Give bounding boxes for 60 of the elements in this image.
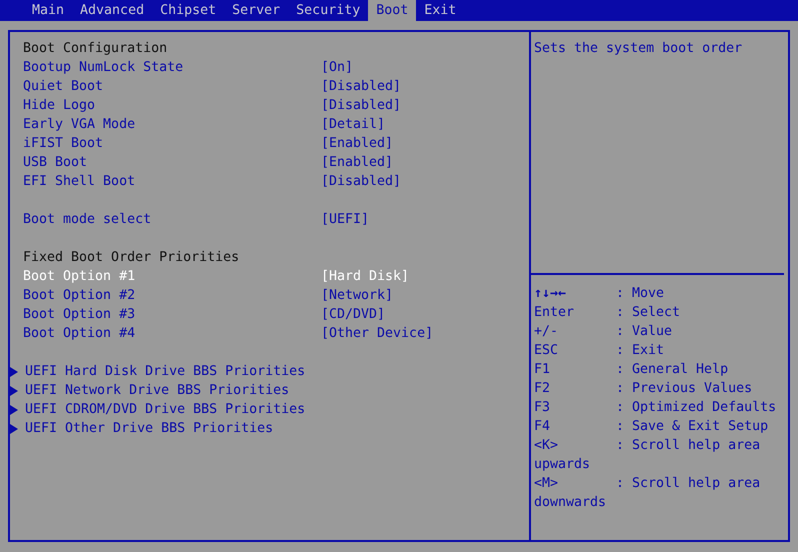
key-label: F4 [534, 418, 552, 436]
menu-tab[interactable]: Chipset [152, 0, 224, 21]
setting-value[interactable]: [Disabled] [321, 172, 402, 191]
section-heading: Boot Configuration [22, 40, 168, 58]
setting-label[interactable]: USB Boot [10, 153, 321, 172]
setting-label[interactable]: Hide Logo [10, 96, 321, 115]
key-label: ↑↓→← [534, 285, 568, 303]
setting-value[interactable]: [Detail] [321, 115, 386, 134]
setting-value[interactable]: [Network] [321, 286, 394, 305]
setting-value[interactable]: [CD/DVD] [321, 305, 386, 324]
key-action: : Move [616, 285, 664, 303]
key-action: : Value [616, 323, 672, 341]
setting-value[interactable]: [Disabled] [321, 96, 402, 115]
key-action: : Exit [616, 342, 664, 360]
key-label: <M> [534, 475, 560, 493]
setting-label[interactable]: Boot mode select [10, 210, 321, 229]
menu-tab[interactable]: Server [224, 0, 288, 21]
setting-label[interactable]: Boot Option #1 [10, 267, 321, 286]
setting-value[interactable]: [Enabled] [321, 134, 394, 153]
submenu-link[interactable]: UEFI Other Drive BBS Priorities [18, 419, 274, 438]
key-action: : Select [616, 304, 680, 322]
key-label: +/- [534, 323, 560, 341]
key-label: <K> [534, 437, 560, 455]
key-label: Enter [534, 304, 576, 322]
setting-label[interactable]: EFI Shell Boot [10, 172, 321, 191]
key-action: : Scroll help area [616, 437, 760, 455]
menu-tab[interactable]: Boot [368, 0, 416, 21]
setting-value[interactable]: [Enabled] [321, 153, 394, 172]
setting-label[interactable]: Bootup NumLock State [10, 58, 321, 77]
setting-value[interactable]: [UEFI] [321, 210, 370, 229]
setting-label[interactable]: Quiet Boot [10, 77, 321, 96]
help-text: Sets the system boot order [534, 41, 742, 56]
menu-tab[interactable]: Exit [416, 0, 464, 21]
menu-tab[interactable]: Advanced [72, 0, 152, 21]
setting-value[interactable]: [Disabled] [321, 77, 402, 96]
menu-tab[interactable]: Security [288, 0, 368, 21]
section-heading: Fixed Boot Order Priorities [22, 249, 240, 267]
setting-value[interactable]: [On] [321, 58, 354, 77]
key-action: : Previous Values [616, 380, 752, 398]
key-action: : Scroll help area [616, 475, 760, 493]
submenu-link[interactable]: UEFI Network Drive BBS Priorities [18, 381, 290, 400]
submenu-link[interactable]: UEFI Hard Disk Drive BBS Priorities [18, 362, 306, 381]
key-label: F3 [534, 399, 552, 417]
setting-label[interactable]: Early VGA Mode [10, 115, 321, 134]
setting-value[interactable]: [Other Device] [321, 324, 434, 343]
submenu-link[interactable]: UEFI CDROM/DVD Drive BBS Priorities [18, 400, 306, 419]
setting-value[interactable]: [Hard Disk] [321, 267, 410, 286]
key-action: : Save & Exit Setup [616, 418, 768, 436]
key-action: : General Help [616, 361, 728, 379]
key-action: : Optimized Defaults [616, 399, 776, 417]
setting-label[interactable]: Boot Option #4 [10, 324, 321, 343]
key-label: F1 [534, 361, 552, 379]
key-action-continuation: upwards [534, 456, 590, 474]
menu-tab[interactable]: Main [24, 0, 72, 21]
setting-label[interactable]: Boot Option #2 [10, 286, 321, 305]
key-label: F2 [534, 380, 552, 398]
key-label: ESC [534, 342, 560, 360]
setting-label[interactable]: iFIST Boot [10, 134, 321, 153]
key-action-continuation: downwards [534, 494, 606, 512]
setting-label[interactable]: Boot Option #3 [10, 305, 321, 324]
